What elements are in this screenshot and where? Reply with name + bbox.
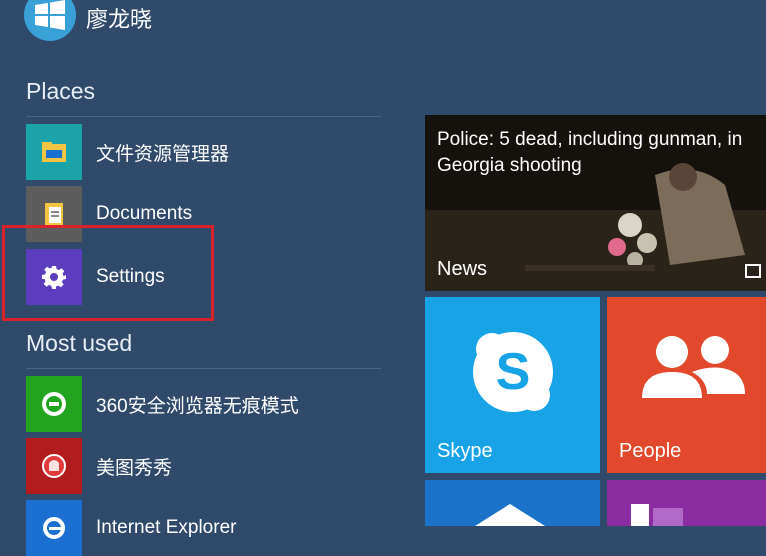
skype-tile[interactable]: S Skype (425, 297, 600, 473)
places-item-file-explorer[interactable]: 文件资源管理器 (26, 124, 229, 180)
360-browser-icon (26, 376, 82, 432)
divider (26, 116, 381, 117)
onenote-icon (631, 504, 683, 526)
most-used-item-label: 360安全浏览器无痕模式 (96, 395, 299, 417)
most-used-item-label: Internet Explorer (96, 517, 237, 538)
places-heading: Places (26, 78, 96, 104)
places-item-label: Documents (96, 203, 193, 224)
windows-logo-icon (24, 0, 76, 41)
people-tile-label: People (619, 440, 682, 462)
mail-icon (475, 504, 545, 526)
highlight-box (2, 225, 214, 321)
divider (26, 368, 381, 369)
meitu-icon (26, 438, 82, 494)
most-used-item-360-browser[interactable]: 360安全浏览器无痕模式 (26, 376, 299, 432)
news-tile-label: News (437, 258, 488, 280)
user-name: 廖龙晓 (86, 7, 153, 32)
svg-text:S: S (496, 343, 531, 401)
news-tile[interactable]: Police: 5 dead, including gunman, in Geo… (425, 115, 766, 291)
places-item-label: 文件资源管理器 (96, 143, 230, 165)
most-used-heading: Most used (26, 330, 133, 356)
skype-icon: S (473, 332, 553, 412)
user-account[interactable]: 廖龙晓 (24, 0, 152, 46)
people-icon (642, 336, 745, 398)
start-menu-left-pane: 廖龙晓 Places 文件资源管理器 Documents Settings Mo… (0, 0, 405, 556)
most-used-item-internet-explorer[interactable]: Internet Explorer (26, 500, 236, 556)
people-tile[interactable]: People (607, 297, 766, 473)
tile-partial-purple[interactable] (607, 480, 766, 526)
news-headline: Police: 5 dead, including gunman, in Geo… (437, 129, 743, 176)
most-used-item-meitu[interactable]: 美图秀秀 (26, 438, 172, 494)
skype-tile-label: Skype (437, 440, 493, 462)
tile-partial-blue[interactable] (425, 480, 600, 526)
ie-icon (26, 500, 82, 556)
most-used-item-label: 美图秀秀 (96, 457, 173, 479)
folder-icon (26, 124, 82, 180)
